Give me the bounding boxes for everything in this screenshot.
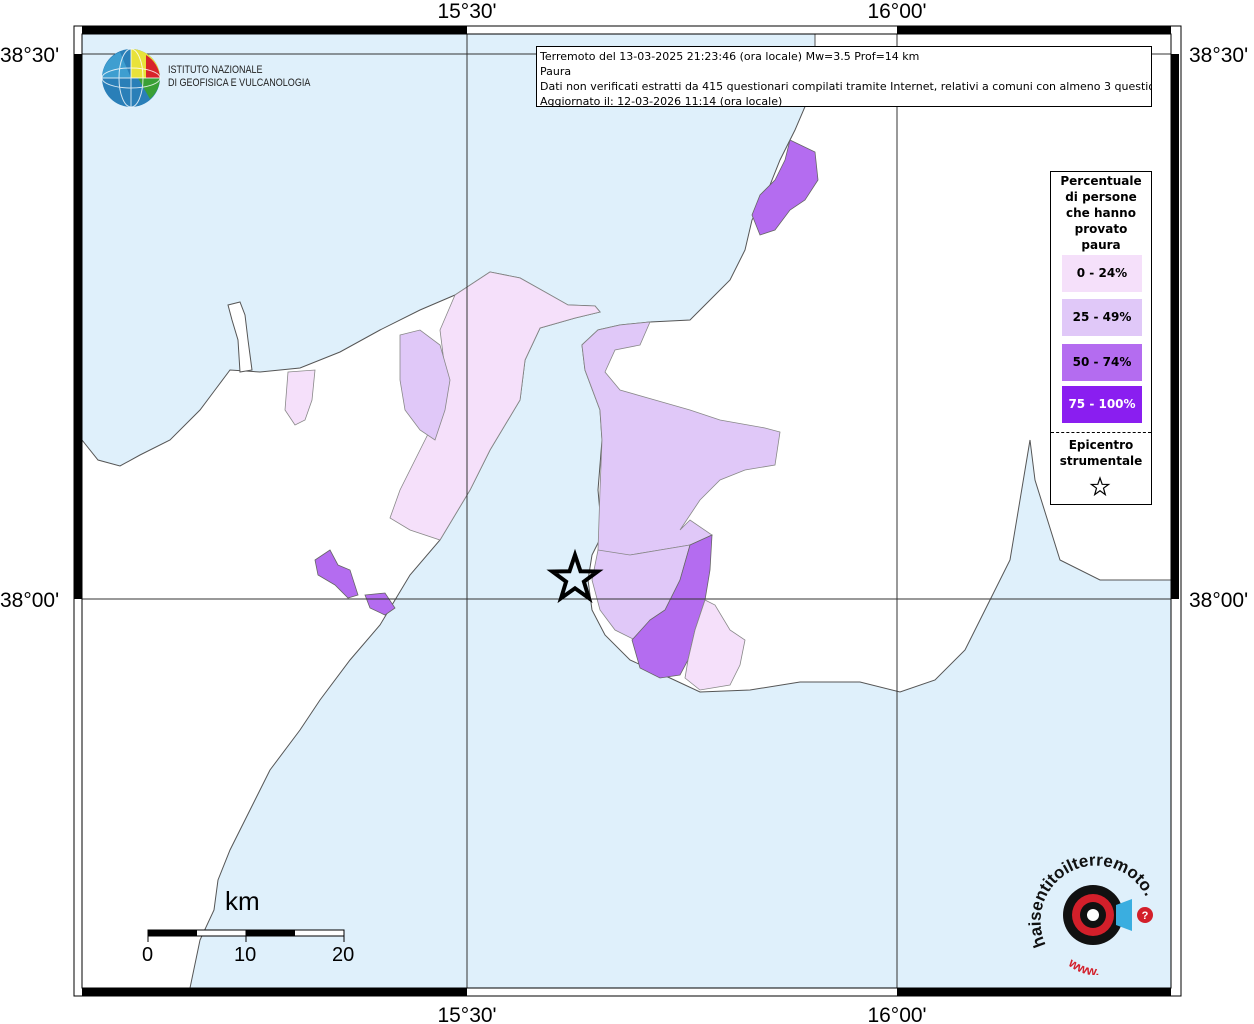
legend-star-icon bbox=[1089, 476, 1111, 497]
lat-label-left-3800: 38°00' bbox=[0, 589, 59, 612]
legend-title-line: Percentuale bbox=[1060, 174, 1142, 188]
update-timestamp: Aggiornato il: 12-03-2026 11:14 (ora loc… bbox=[540, 95, 783, 107]
legend-item-0-24: 0 - 24% bbox=[1062, 255, 1142, 292]
legend-epicenter-line: strumentale bbox=[1059, 454, 1143, 468]
legend-epicenter-label: Epicentro strumentale bbox=[1051, 437, 1151, 469]
scale-tick-0: 0 bbox=[142, 944, 154, 966]
legend-title: Percentuale di persone che hanno provato… bbox=[1051, 173, 1151, 253]
lat-label-right-3800: 38°00' bbox=[1189, 589, 1248, 612]
legend-title-line: paura bbox=[1081, 238, 1121, 252]
data-disclaimer: Dati non verificati estratti da 415 ques… bbox=[540, 80, 1152, 93]
ingv-name: ISTITUTO NAZIONALE DI GEOFISICA E VULCAN… bbox=[168, 64, 310, 90]
svg-text:?: ? bbox=[1142, 910, 1149, 922]
lon-label-top-1530: 15°30' bbox=[437, 0, 496, 23]
scale-tick-10: 10 bbox=[234, 944, 257, 966]
map-parameter: Paura bbox=[540, 65, 572, 78]
lat-label-left-3830: 38°30' bbox=[0, 44, 59, 67]
lon-label-top-1600: 16°00' bbox=[867, 0, 926, 23]
hst-logo: haisentitoilterremoto.it www. ? bbox=[1025, 840, 1159, 979]
legend-item-25-49: 25 - 49% bbox=[1062, 299, 1142, 336]
ingv-name-line2: DI GEOFISICA E VULCANOLOGIA bbox=[168, 77, 311, 89]
lon-label-bottom-1600: 16°00' bbox=[867, 1004, 926, 1024]
legend-divider bbox=[1051, 432, 1151, 433]
legend-item-50-74: 50 - 74% bbox=[1062, 344, 1142, 381]
scale-tick-20: 20 bbox=[332, 944, 355, 966]
ingv-logo bbox=[100, 47, 162, 113]
legend-title-line: che hanno bbox=[1066, 206, 1136, 220]
lat-label-right-3830: 38°30' bbox=[1189, 44, 1248, 67]
legend-item-75-100: 75 - 100% bbox=[1062, 386, 1142, 423]
event-info-box: Terremoto del 13-03-2025 21:23:46 (ora l… bbox=[536, 46, 1152, 107]
scale-unit: km bbox=[225, 886, 260, 916]
hst-logo-www: www. bbox=[1065, 954, 1099, 975]
ingv-name-line1: ISTITUTO NAZIONALE bbox=[168, 64, 263, 76]
legend: Percentuale di persone che hanno provato… bbox=[1050, 171, 1152, 505]
event-title: Terremoto del 13-03-2025 21:23:46 (ora l… bbox=[540, 50, 920, 63]
legend-epicenter-line: Epicentro bbox=[1068, 438, 1134, 452]
legend-title-line: provato bbox=[1074, 222, 1128, 236]
ingv-globe-icon bbox=[101, 48, 161, 108]
legend-title-line: di persone bbox=[1065, 190, 1137, 204]
lon-label-bottom-1530: 15°30' bbox=[437, 1004, 496, 1024]
